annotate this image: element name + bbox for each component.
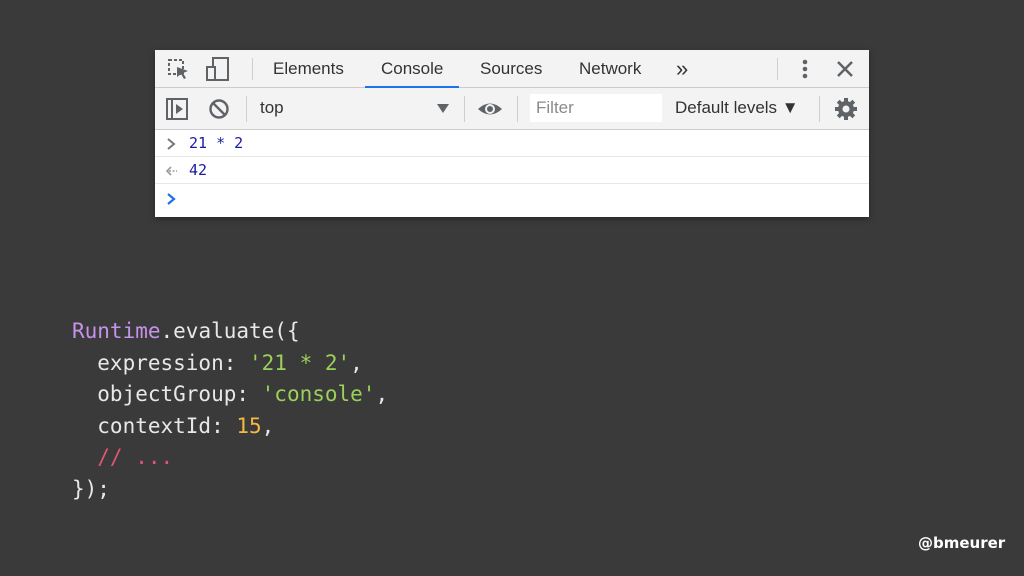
toolbar-separator-4 [819,96,820,122]
console-result-text: 42 [189,161,208,179]
tab-sources[interactable]: Sources [480,50,542,88]
code-comma: , [261,413,275,438]
device-toolbar-icon[interactable] [205,56,231,82]
dropdown-arrow-icon[interactable] [437,104,449,114]
toolbar-separator-3 [517,96,518,122]
author-credit: @bmeurer [918,534,1006,552]
code-snippet: Runtime.evaluate({ expression: '21 * 2',… [72,316,388,505]
devtools-tab-bar: Elements Console Sources Network » [155,50,869,88]
code-runtime-object: Runtime [72,319,161,343]
code-comment: // ... [72,445,174,469]
console-toolbar: top Filter Default levels ▼ [155,88,869,130]
console-prompt-row[interactable] [155,184,869,211]
context-selector[interactable]: top [260,98,284,118]
prompt-chevron-icon [165,192,177,206]
code-comma: , [375,382,389,406]
gear-icon[interactable] [834,97,858,121]
toolbar-separator-2 [464,96,465,122]
code-expression-key: expression: [72,350,250,375]
close-icon[interactable] [835,59,855,79]
prompt-chevron-icon [165,137,177,151]
console-input-text: 21 * 2 [189,134,244,152]
devtools-window: Elements Console Sources Network » top F… [155,50,869,217]
code-contextid-value: 15 [236,413,262,438]
eye-icon[interactable] [477,98,503,120]
toolbar-separator [246,96,247,122]
tab-elements[interactable]: Elements [273,50,344,88]
code-comma: , [350,350,363,375]
filter-input[interactable]: Filter [530,94,662,122]
kebab-menu-icon[interactable] [795,58,815,80]
code-closing: }); [72,476,110,501]
tab-separator-right [777,58,778,80]
inspect-element-icon[interactable] [167,58,191,80]
tab-network[interactable]: Network [579,50,641,88]
code-objectgroup-key: objectGroup: [72,382,262,406]
tab-console[interactable]: Console [365,50,460,88]
result-arrow-icon [164,164,178,178]
console-input-row: 21 * 2 [155,130,869,157]
code-contextid-key: contextId: [72,413,237,438]
code-evaluate-call: .evaluate({ [160,319,300,343]
more-tabs-icon[interactable]: » [676,50,688,88]
code-expression-value: '21 * 2' [249,350,351,375]
console-result-row: 42 [155,157,869,184]
code-objectgroup-value: 'console' [261,382,376,406]
clear-console-icon[interactable] [208,98,230,120]
tab-separator [252,58,253,80]
default-levels-dropdown[interactable]: Default levels ▼ [675,98,799,118]
sidebar-toggle-icon[interactable] [165,97,189,121]
